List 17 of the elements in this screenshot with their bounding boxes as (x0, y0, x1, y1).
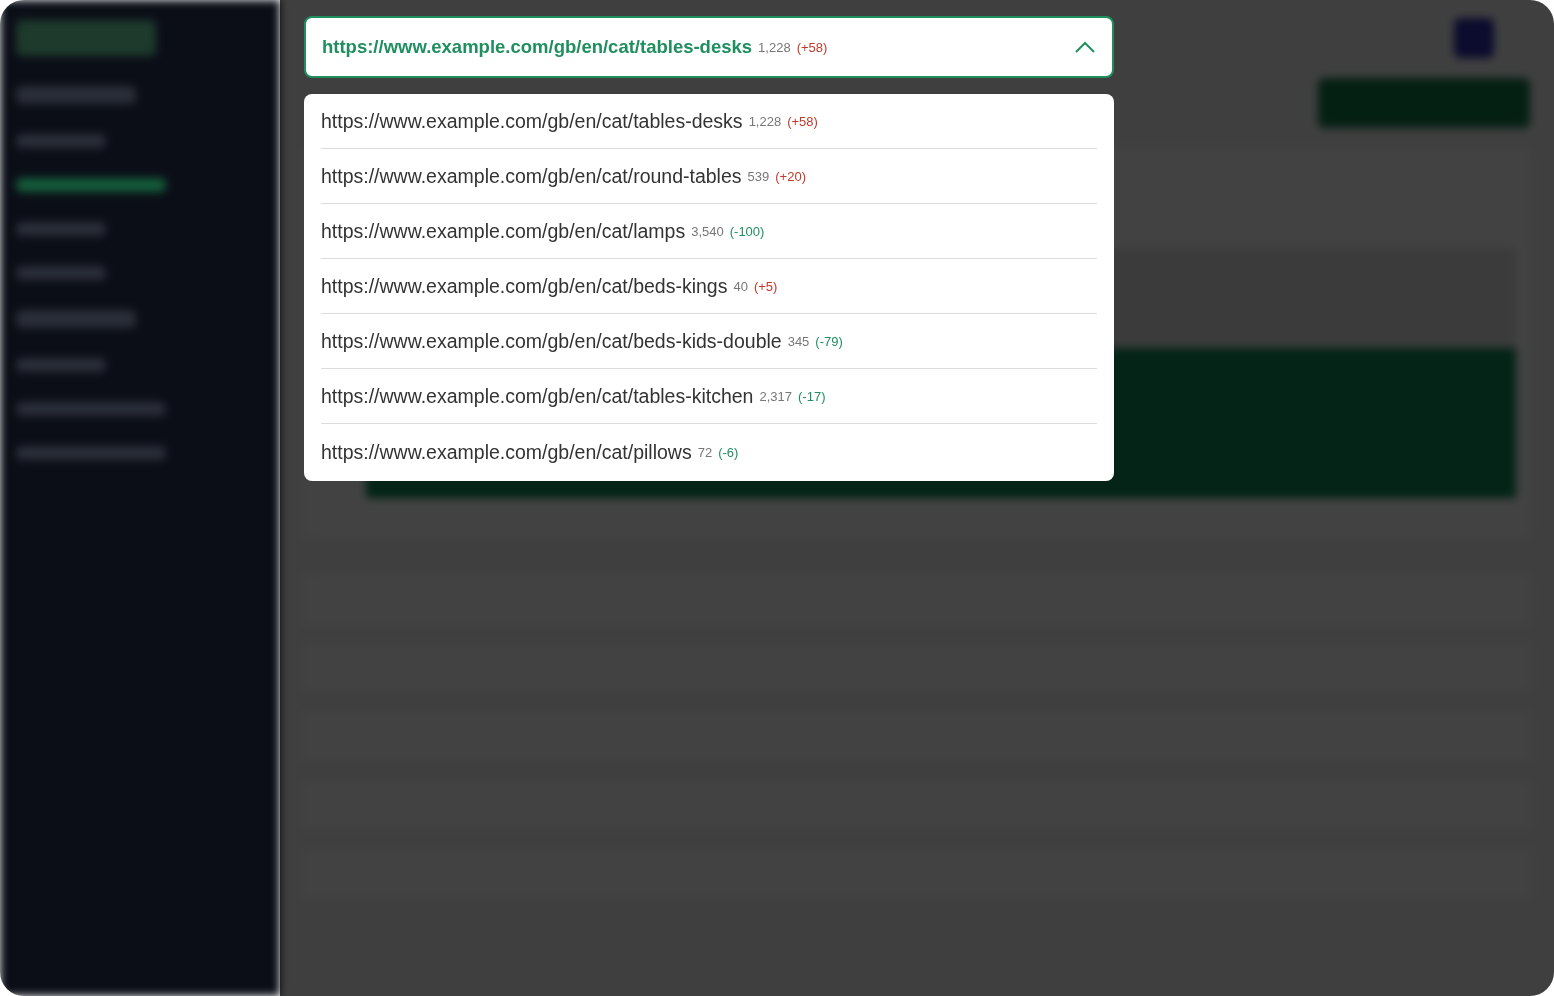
url-option[interactable]: https://www.example.com/gb/en/cat/lamps 3,540 (-100) (321, 204, 1097, 259)
change-text: (-17) (798, 388, 826, 404)
url-dropdown[interactable]: https://www.example.com/gb/en/cat/tables-desks 1,228 (+58) (304, 16, 1114, 78)
url-option[interactable]: https://www.example.com/gb/en/cat/beds-kings 40 (+5) (321, 259, 1097, 314)
change-text: (-6) (718, 445, 739, 460)
change-text: (-100) (729, 223, 765, 239)
url-option[interactable]: https://www.example.com/gb/en/cat/beds-kids-double 345 (-79) (321, 314, 1097, 369)
url-option[interactable]: https://www.example.com/gb/en/cat/tables-desks 1,228 (+58) (321, 94, 1097, 149)
change-text: (+58) (796, 39, 828, 55)
change-text: (+58) (787, 113, 818, 129)
url-option[interactable]: https://www.example.com/gb/en/cat/pillows 72 (-6) (321, 424, 1097, 481)
change-text: (+20) (775, 168, 806, 184)
chevron-icon (1074, 40, 1096, 54)
url-option[interactable]: https://www.example.com/gb/en/cat/tables-kitchen 2,317 (-17) (321, 369, 1097, 424)
url-option[interactable]: https://www.example.com/gb/en/cat/round-tables 539 (+20) (321, 149, 1097, 204)
change-text: (-79) (815, 333, 843, 349)
change-text: (+5) (753, 278, 778, 294)
